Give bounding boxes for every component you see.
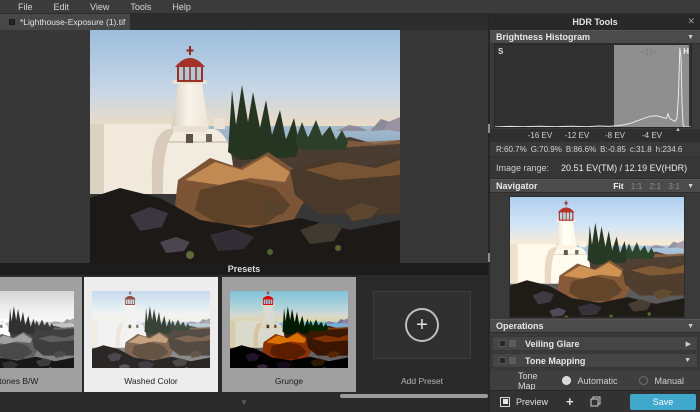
preset-thumbnail — [92, 291, 210, 368]
panel-footer: Preview + Save — [490, 390, 700, 412]
zoom-3-1-button[interactable]: 3:1 — [668, 181, 680, 191]
preset-label: Washed Color — [84, 376, 218, 386]
operations-section-header[interactable]: Operations ▼ — [490, 319, 700, 333]
presets-title: Presets — [228, 264, 261, 274]
zoom-1-1-button[interactable]: 1:1 — [631, 181, 643, 191]
add-preset-label: Add Preset — [356, 376, 488, 386]
hdr-tools-panel: HDR Tools ✕ Brightness Histogram ▼ S H ◁… — [490, 14, 700, 412]
operations-title: Operations — [496, 321, 544, 331]
tone-map-label: Tone Map — [518, 371, 550, 391]
image-range-value: 20.51 EV(TM) / 12.19 EV(HDR) — [561, 163, 687, 173]
preset-label: Grunge — [222, 376, 356, 386]
navigator-title: Navigator — [496, 181, 538, 191]
axis-tick: -4 EV — [642, 131, 662, 140]
add-preset-icon[interactable]: + — [405, 308, 439, 342]
tone-map-automatic-label[interactable]: Automatic — [577, 376, 617, 386]
readout-green: G:70.9% — [531, 145, 562, 154]
axis-tick: -8 EV — [605, 131, 625, 140]
preview-checkbox[interactable] — [500, 397, 510, 407]
hdr-tools-title: HDR Tools — [572, 17, 617, 27]
tab-modified-icon — [9, 19, 15, 25]
operation-label: Veiling Glare — [525, 339, 580, 349]
operation-enable-checkbox[interactable] — [499, 340, 506, 347]
navigator-zoom-controls: Fit 1:1 2:1 3:1 ▼ — [613, 181, 694, 191]
document-tab[interactable]: *Lighthouse-Exposure (1).tif — [0, 14, 130, 30]
pixel-readout: R:60.7% G:70.9% B:86.6% B:-0.85 c:31.8 h… — [490, 142, 700, 157]
preset-card-washed-color[interactable]: Washed Color — [84, 277, 218, 392]
add-preset-box[interactable]: + — [373, 291, 471, 359]
chevron-down-icon[interactable]: ▼ — [687, 323, 694, 330]
readout-hue: h:234.6 — [656, 145, 683, 154]
chevron-down-icon[interactable]: ▼ — [687, 34, 694, 41]
presets-collapse-icon[interactable]: ▼ — [0, 399, 488, 407]
navigator-thumbnail[interactable] — [509, 196, 685, 318]
operation-label: Tone Mapping — [525, 356, 585, 366]
histogram-section-header[interactable]: Brightness Histogram ▼ — [490, 30, 700, 44]
preset-thumbnail — [230, 291, 348, 368]
image-canvas[interactable] — [0, 30, 488, 263]
close-icon[interactable]: ✕ — [687, 16, 695, 27]
chevron-down-icon[interactable]: ▼ — [684, 357, 691, 364]
main-photo[interactable] — [90, 30, 400, 263]
preview-label[interactable]: Preview — [516, 397, 548, 407]
menu-help[interactable]: Help — [172, 2, 191, 12]
histogram-axis: ▲ -16 EV -12 EV -8 EV -4 EV — [490, 129, 700, 142]
presets-scrollbar[interactable] — [340, 394, 488, 398]
menu-tools[interactable]: Tools — [130, 2, 151, 12]
operation-veiling-glare[interactable]: Veiling Glare ▶ — [492, 336, 698, 351]
tone-map-manual-radio[interactable] — [639, 376, 648, 385]
histogram-title: Brightness Histogram — [496, 32, 590, 42]
hdr-tools-titlebar[interactable]: HDR Tools ✕ — [490, 14, 700, 30]
preset-label: 3-tones B/W — [0, 376, 82, 386]
plus-icon[interactable]: + — [566, 395, 574, 408]
save-button-label: Save — [653, 397, 674, 407]
menu-bar: File Edit View Tools Help — [0, 0, 700, 14]
tone-map-manual-label[interactable]: Manual — [654, 376, 684, 386]
tab-title: *Lighthouse-Exposure (1).tif — [20, 17, 125, 27]
image-range-label: Image range: — [496, 163, 549, 173]
menu-file[interactable]: File — [18, 2, 33, 12]
chevron-right-icon[interactable]: ▶ — [686, 340, 691, 348]
copy-icon[interactable] — [590, 396, 601, 407]
navigator-section-header[interactable]: Navigator Fit 1:1 2:1 3:1 ▼ — [490, 179, 700, 193]
readout-red: R:60.7% — [496, 145, 527, 154]
readout-chroma: c:31.8 — [630, 145, 652, 154]
menu-view[interactable]: View — [90, 2, 109, 12]
chevron-down-icon[interactable]: ▼ — [687, 183, 694, 190]
presets-strip: 3-tones B/W Washed Color Grunge + Add Pr… — [0, 275, 488, 412]
operation-grip-icon — [509, 340, 516, 347]
operation-grip-icon — [509, 357, 516, 364]
operation-tone-mapping[interactable]: Tone Mapping ▼ — [492, 353, 698, 368]
add-preset-card[interactable]: + Add Preset — [356, 277, 488, 392]
preset-card-3tones-bw[interactable]: 3-tones B/W — [0, 277, 82, 392]
preset-card-grunge[interactable]: Grunge — [222, 277, 356, 392]
operation-enable-checkbox[interactable] — [499, 357, 506, 364]
image-range-row: Image range: 20.51 EV(TM) / 12.19 EV(HDR… — [490, 157, 700, 179]
zoom-fit-button[interactable]: Fit — [613, 181, 623, 191]
brightness-histogram[interactable]: S H ◁▷ — [494, 44, 692, 128]
readout-brightness: B:-0.85 — [600, 145, 626, 154]
app-window: File Edit View Tools Help *Lighthouse-Ex… — [0, 0, 700, 412]
save-button[interactable]: Save — [630, 394, 696, 410]
preset-thumbnail — [0, 291, 74, 368]
histogram-curve — [495, 45, 692, 128]
presets-header[interactable]: Presets — [0, 263, 488, 275]
histogram-marker-icon: ▲ — [675, 127, 681, 133]
menu-edit[interactable]: Edit — [54, 2, 70, 12]
zoom-2-1-button[interactable]: 2:1 — [649, 181, 661, 191]
axis-tick: -16 EV — [528, 131, 552, 140]
readout-blue: B:86.6% — [566, 145, 596, 154]
axis-tick: -12 EV — [565, 131, 589, 140]
tone-map-row: Tone Map Automatic Manual — [490, 371, 700, 390]
tab-bar: *Lighthouse-Exposure (1).tif — [0, 14, 488, 30]
tone-map-automatic-radio[interactable] — [562, 376, 571, 385]
